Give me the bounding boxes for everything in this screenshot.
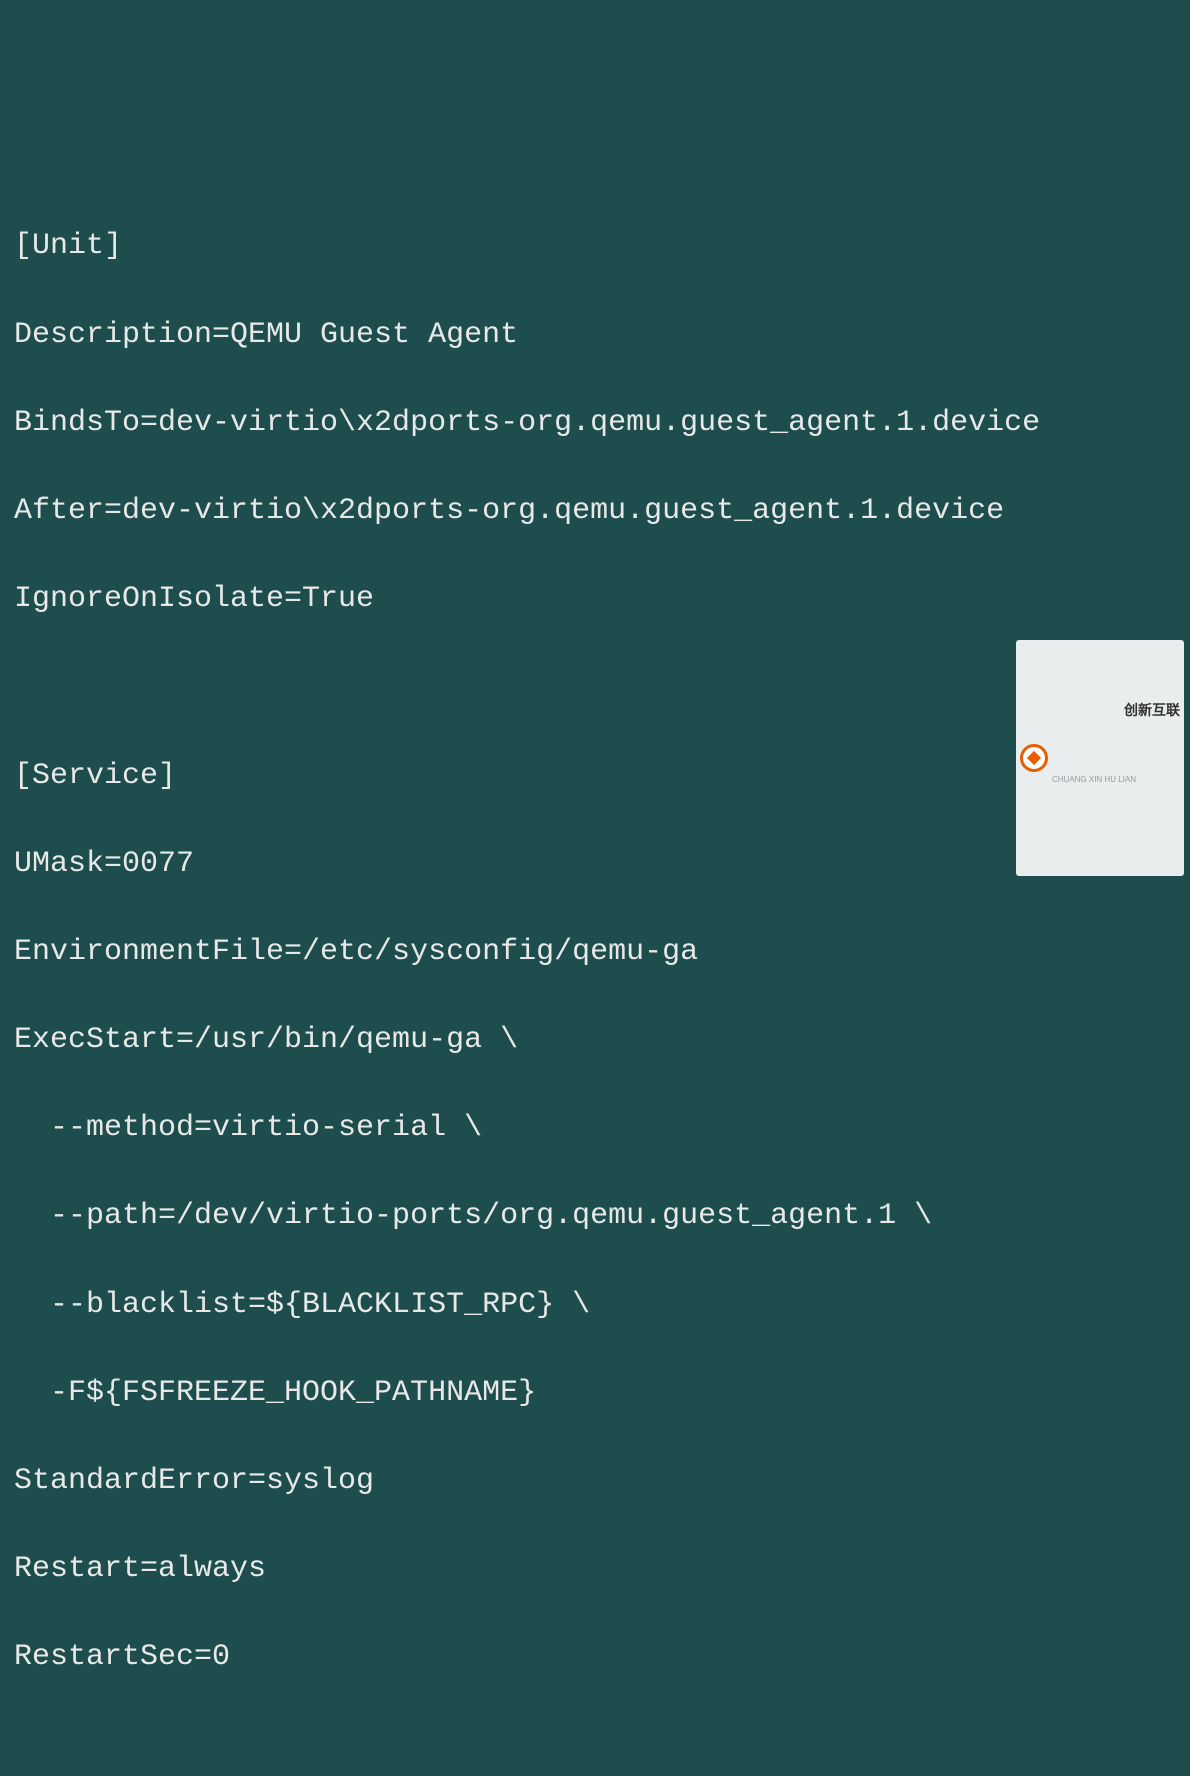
config-line-method: --method=virtio-serial \ [14,1106,1176,1150]
config-line-after: After=dev-virtio\x2dports-org.qemu.guest… [14,489,1176,533]
blank-line [14,1724,1176,1768]
config-line-unit-header: [Unit] [14,224,1176,268]
config-line-ignoreonisolate: IgnoreOnIsolate=True [14,577,1176,621]
terminal-output: [Unit] Description=QEMU Guest Agent Bind… [14,180,1176,1776]
config-line-service-header: [Service] [14,754,1176,798]
watermark-subtext: CHUANG XIN HU LIAN [1052,774,1180,786]
watermark-text: 创新互联 [1124,702,1180,718]
config-line-path: --path=/dev/virtio-ports/org.qemu.guest_… [14,1194,1176,1238]
config-line-blacklist: --blacklist=${BLACKLIST_RPC} \ [14,1283,1176,1327]
config-line-restartsec: RestartSec=0 [14,1635,1176,1679]
config-line-restart: Restart=always [14,1547,1176,1591]
watermark-text-container: 创新互联 CHUANG XIN HU LIAN [1052,642,1180,874]
config-line-execstart: ExecStart=/usr/bin/qemu-ga \ [14,1018,1176,1062]
config-line-bindsto: BindsTo=dev-virtio\x2dports-org.qemu.gue… [14,401,1176,445]
watermark-logo-icon [1020,744,1048,772]
config-line-environmentfile: EnvironmentFile=/etc/sysconfig/qemu-ga [14,930,1176,974]
config-line-fsfreeze: -F${FSFREEZE_HOOK_PATHNAME} [14,1371,1176,1415]
watermark-badge: 创新互联 CHUANG XIN HU LIAN [1016,640,1184,876]
config-line-description: Description=QEMU Guest Agent [14,313,1176,357]
config-line-standarderror: StandardError=syslog [14,1459,1176,1503]
config-line-umask: UMask=0077 [14,842,1176,886]
blank-line [14,665,1176,709]
